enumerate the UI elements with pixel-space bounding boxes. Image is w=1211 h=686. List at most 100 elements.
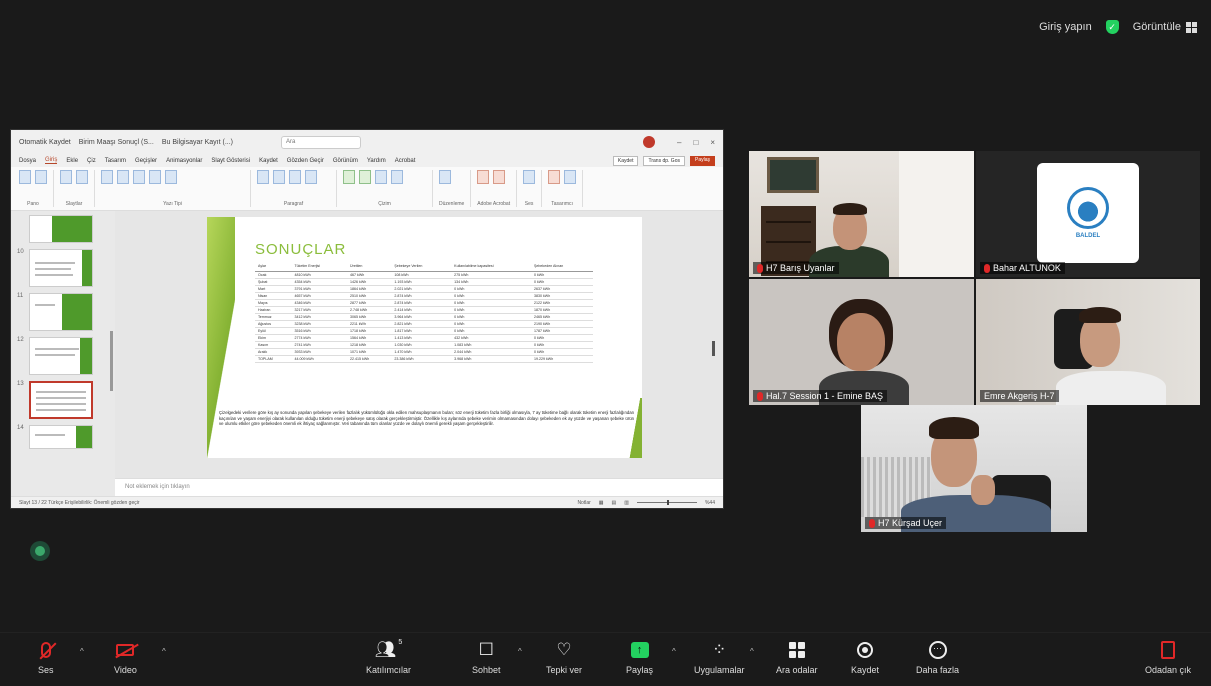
video-button[interactable]: Video (114, 639, 137, 675)
tab-dosya[interactable]: Dosya (19, 158, 36, 164)
record-button[interactable]: Kaydet (851, 639, 879, 675)
status-text: Slayt 13 / 22 Türkçe Erişilebilirlik: Ön… (19, 499, 140, 506)
results-table-body: Ocak 4810 kWh 467 kWh 108 kWh 275 kWh 0 kWh Şu… (255, 271, 593, 363)
participant-name-label: Hal.7 Session 1 - Emine BAŞ (753, 390, 888, 402)
ribbon-group-paragraf[interactable]: Paragraf (257, 170, 337, 207)
ribbon-group-duzenleme[interactable]: Düzenleme (439, 170, 472, 207)
tab-tasarim[interactable]: Tasarım (105, 158, 126, 164)
table-header-row: Aylar Tüketim Enerjisi Üretilen Şebekeye Ve… (255, 261, 593, 272)
table-cell: 3238 kWh (291, 320, 348, 328)
tab-giris[interactable]: Giriş (45, 157, 58, 164)
save-location: Bu Bilgisayar Kayıt (...) (161, 138, 234, 146)
breakout-rooms-button[interactable]: Ara odalar (776, 639, 818, 675)
shield-icon[interactable]: ✓ (1105, 20, 1119, 34)
view-button[interactable]: Görüntüle (1133, 21, 1197, 33)
tab-gozden-gecir[interactable]: Gözden Geçir (287, 158, 324, 164)
minimize-icon[interactable]: – (677, 138, 681, 147)
tab-acrobat[interactable]: Acrobat (395, 158, 416, 164)
share-options-chevron-icon[interactable]: ^ (672, 647, 676, 656)
participant-tile[interactable]: H7 Kürşad Uçer (861, 405, 1087, 532)
normal-view-icon[interactable]: ▦ (599, 500, 604, 506)
slide-thumbnail[interactable]: 10 (17, 249, 109, 287)
slide-number: 14 (17, 425, 24, 431)
table-cell: 2.874 kWh (391, 299, 452, 307)
tab-animasyonlar[interactable]: Animasyonlar (166, 158, 202, 164)
shared-screen[interactable]: Otomatik Kaydet Birim Maaşı Sonuçl (S...… (10, 129, 724, 509)
table-cell: 3.968 kWh (451, 355, 532, 363)
search-box[interactable]: Ara (281, 135, 362, 149)
table-cell: 0 kWh (451, 306, 532, 314)
tab-gorunum[interactable]: Görünüm (333, 158, 358, 164)
current-slide[interactable]: SONUÇLAR Aylar Tüketim Enerjisi Üretilen Şe… (207, 217, 642, 458)
leave-button[interactable]: Odadan çık (1145, 639, 1191, 675)
ribbon-group-cizim[interactable]: Çizim (343, 170, 433, 207)
ribbon-group-pano[interactable]: Pano (19, 170, 54, 207)
share-button[interactable]: Paylaş (689, 155, 715, 166)
tab-yardim[interactable]: Yardım (367, 158, 386, 164)
react-button[interactable]: ♡ Tepki ver (546, 639, 582, 675)
audio-options-chevron-icon[interactable]: ^ (80, 647, 84, 656)
view-label: Görüntüle (1132, 21, 1181, 33)
table-row: Nisan 4657 kWh 2510 kWh 2.874 kWh 0 kWh 3830 … (255, 292, 593, 300)
ribbon-group-slaytlar[interactable]: Slaytlar (60, 170, 95, 207)
tab-ekle[interactable]: Ekle (66, 158, 78, 164)
canvas-scrollbar[interactable] (712, 341, 715, 356)
ribbon-right-actions: Kaydet Trans dp. Gos Paylaş (612, 155, 715, 166)
reading-view-icon[interactable]: ▥ (624, 500, 629, 506)
slide-thumbnail[interactable]: 11 (17, 293, 109, 331)
slide-paragraph: Çizelgedeki verilere göre kış ay sonunda… (219, 410, 634, 427)
notes-toggle[interactable]: Notlar (577, 500, 590, 506)
ribbon-group-tasarimci[interactable]: Tasarımcı (548, 170, 584, 207)
table-cell: 2.821 kWh (391, 320, 452, 328)
chat-options-chevron-icon[interactable]: ^ (518, 647, 522, 656)
mic-muted-icon (757, 263, 763, 273)
search-placeholder: Ara (286, 139, 296, 145)
tab-ciz[interactable]: Çiz (87, 158, 96, 164)
chat-notification-icon[interactable] (30, 541, 50, 561)
slide-thumbnail-selected[interactable]: 13 (17, 381, 109, 419)
slide-thumbnail[interactable]: 14 (17, 425, 109, 449)
present-button[interactable]: Trans dp. Gos (643, 155, 685, 166)
table-row: TOPLAM 44.009 kWh 22.415 kWh 23.386 kWh 3.96… (255, 355, 593, 363)
autosave-toggle[interactable]: Otomatik Kaydet (19, 139, 71, 146)
share-screen-button[interactable]: ↑ Paylaş (626, 639, 653, 675)
ribbon-group-acrobat[interactable]: Adobe Acrobat (477, 170, 518, 207)
participant-tile-active-speaker[interactable]: Emre Akgeriş H-7 (976, 279, 1200, 405)
tab-gecisler[interactable]: Geçişler (135, 158, 157, 164)
notes-pane[interactable]: Not eklemek için tıklayın (115, 478, 723, 496)
apps-button[interactable]: ⁘ Uygulamalar (694, 639, 745, 675)
video-options-chevron-icon[interactable]: ^ (162, 647, 166, 656)
chat-button[interactable]: ☐ Sohbet (472, 639, 501, 675)
participants-label: Katılımcılar (366, 665, 412, 675)
mute-button[interactable]: Ses (38, 639, 54, 675)
record-button[interactable]: Kaydet (612, 155, 639, 166)
wall-picture (767, 157, 819, 193)
tab-slayt-gosterisi[interactable]: Slayt Gösterisi (211, 158, 250, 164)
apps-options-chevron-icon[interactable]: ^ (750, 647, 754, 656)
participant-logo: BALDEL (1037, 163, 1139, 263)
table-cell: Kasım (255, 341, 292, 349)
sorter-view-icon[interactable]: ▤ (612, 500, 617, 506)
participant-tile[interactable]: Hal.7 Session 1 - Emine BAŞ (749, 279, 974, 405)
ribbon-group-ses[interactable]: Ses (523, 170, 543, 207)
slide-thumbnail[interactable]: 12 (17, 337, 109, 375)
table-row: Şubat 4354 kWh 1426 kWh 1.193 kWh 134 kWh 0 k… (255, 278, 593, 286)
table-cell: 2190 kWh (531, 320, 593, 328)
participant-tile[interactable]: BALDEL Bahar ALTUNOK (976, 151, 1200, 277)
ribbon-group-yazi-tipi[interactable]: Yazı Tipi (101, 170, 251, 207)
more-button[interactable]: ··· Daha fazla (916, 639, 959, 675)
ribbon-group-label: Çizim (378, 201, 391, 207)
tab-kaydet[interactable]: Kaydet (259, 158, 278, 164)
slide-thumbnail[interactable] (17, 215, 109, 243)
thumbnail-scrollbar[interactable] (110, 331, 113, 391)
maximize-icon[interactable]: □ (693, 138, 698, 147)
mic-muted-icon (984, 263, 990, 273)
mic-muted-icon (869, 518, 875, 528)
zoom-slider[interactable] (636, 500, 697, 505)
avatar[interactable] (643, 136, 656, 148)
participant-tile[interactable]: H7 Barış Uyanlar (749, 151, 974, 277)
results-table-header: Aylar Tüketim Enerjisi Üretilen Şebekeye Ve… (255, 261, 593, 272)
participants-button[interactable]: 👥︎ 5 Katılımcılar (366, 639, 411, 675)
close-icon[interactable]: × (710, 138, 715, 147)
login-link[interactable]: Giriş yapın (1039, 21, 1092, 33)
